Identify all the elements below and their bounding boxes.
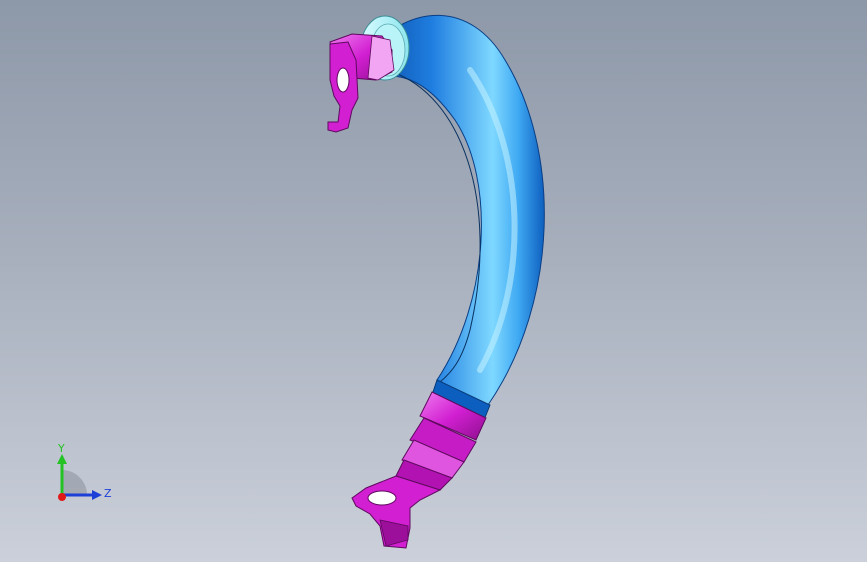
y-axis-arrow-icon (57, 454, 67, 464)
orientation-triad: Y Z (57, 442, 112, 501)
graphics-viewport[interactable]: Y Z (0, 0, 867, 562)
3d-model-view[interactable] (0, 0, 867, 562)
bottom-fitting[interactable] (351, 391, 487, 549)
top-fitting[interactable] (327, 33, 395, 133)
triad-quadrant (62, 470, 87, 495)
top-bolt-hole (336, 67, 350, 93)
y-axis-label: Y (57, 442, 65, 455)
z-axis-label: Z (104, 487, 112, 500)
bottom-bolt-hole (367, 490, 397, 506)
z-axis-arrow-icon (92, 490, 102, 500)
x-axis-dot (58, 493, 66, 501)
